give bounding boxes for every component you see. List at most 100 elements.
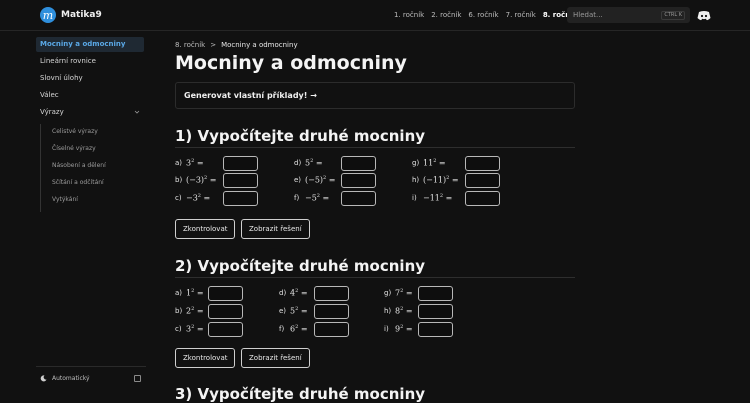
exercise: c) −32 = — [175, 193, 210, 203]
page-title: Mocniny a odmocniny — [175, 52, 407, 74]
exercise: c) 32 = — [175, 324, 204, 334]
exercise-expression: 32 = — [186, 158, 204, 168]
exercise-label: d) — [279, 288, 287, 297]
logo[interactable]: m Matika9 — [40, 7, 102, 23]
equals-sign: = — [403, 288, 413, 298]
answer-input[interactable] — [418, 286, 453, 301]
expression-base: 11 — [423, 158, 434, 168]
exercise: h) 82 = — [384, 306, 413, 316]
collapse-sidebar-icon[interactable] — [134, 375, 141, 382]
exercise-label: i) — [412, 193, 417, 202]
sidebar-subitem[interactable]: Celistvé výrazy — [52, 127, 98, 137]
answer-input[interactable] — [465, 156, 500, 171]
equals-sign: = — [443, 193, 453, 203]
exercise-label: h) — [384, 306, 392, 315]
exercise-label: h) — [412, 175, 420, 184]
exercise: b) 22 = — [175, 306, 204, 316]
sidebar-subitem[interactable]: Číselné výrazy — [52, 144, 96, 154]
exercise-label: f) — [279, 324, 285, 333]
equals-sign: = — [319, 193, 330, 203]
exercise-label: i) — [384, 324, 389, 333]
exercise-expression: 32 = — [186, 324, 204, 334]
section-title: 3) Vypočítejte druhé mocniny — [175, 385, 426, 403]
generate-button[interactable]: Generovat vlastní příklady! → — [184, 91, 317, 100]
equals-sign: = — [313, 158, 323, 168]
exercise: a) 32 = — [175, 158, 204, 168]
equals-sign: = — [436, 158, 446, 168]
discord-icon[interactable] — [697, 10, 711, 21]
sidebar-item[interactable]: Lineární rovnice — [36, 54, 144, 69]
sidebar-divider — [36, 366, 146, 367]
search-box[interactable]: CTRL K — [567, 7, 690, 23]
nav-grade-4[interactable]: 7. ročník — [506, 11, 536, 19]
check-button[interactable]: Zkontrolovat — [175, 348, 236, 368]
sidebar-item[interactable]: Výrazy — [36, 105, 144, 120]
show-solution-button[interactable]: Zobrazit řešení — [241, 348, 310, 368]
sidebar-item[interactable]: Válec — [36, 88, 144, 103]
answer-input[interactable] — [208, 286, 243, 301]
breadcrumb-current: Mocniny a odmocniny — [221, 41, 298, 49]
sidebar-subitem[interactable]: Vytýkání — [52, 195, 78, 205]
theme-label: Automatický — [52, 375, 90, 382]
answer-input[interactable] — [341, 156, 376, 171]
search-input[interactable] — [573, 10, 653, 20]
answer-input[interactable] — [465, 173, 500, 188]
sidebar-item-label: Mocniny a odmocniny — [40, 40, 126, 48]
sidebar-subitem[interactable]: Násobení a dělení — [52, 161, 106, 171]
sidebar-subitem[interactable]: Sčítání a odčítání — [52, 178, 104, 188]
exercise: e) 52 = — [279, 306, 308, 316]
answer-input[interactable] — [314, 304, 349, 319]
equals-sign: = — [403, 324, 413, 334]
grade-nav: 1. ročník 2. ročník 6. ročník 7. ročník 8. r… — [394, 11, 584, 19]
nav-grade-3[interactable]: 6. ročník — [468, 11, 498, 19]
answer-input[interactable] — [208, 322, 243, 337]
expression-sign: − — [186, 193, 193, 203]
exercise-expression: (−5)2 = — [305, 175, 335, 185]
exercise-label: e) — [279, 306, 287, 315]
answer-input[interactable] — [418, 322, 453, 337]
answer-input[interactable] — [418, 304, 453, 319]
answer-input[interactable] — [341, 173, 376, 188]
exercise-expression: 12 = — [186, 288, 204, 298]
show-solution-button[interactable]: Zobrazit řešení — [241, 219, 310, 239]
section-divider — [175, 277, 575, 278]
check-button[interactable]: Zkontrolovat — [175, 219, 236, 239]
breadcrumb-parent[interactable]: 8. ročník — [175, 41, 205, 49]
answer-input[interactable] — [314, 286, 349, 301]
answer-input[interactable] — [314, 322, 349, 337]
equals-sign: = — [298, 306, 308, 316]
sidebar-item-label: Válec — [40, 91, 59, 99]
answer-input[interactable] — [465, 191, 500, 206]
exercise: d) 42 = — [279, 288, 308, 298]
exercise-label: a) — [175, 158, 183, 167]
sidebar-item[interactable]: Mocniny a odmocniny — [36, 37, 144, 52]
equals-sign: = — [326, 175, 336, 185]
answer-input[interactable] — [223, 173, 258, 188]
equals-sign: = — [194, 324, 204, 334]
nav-grade-1[interactable]: 1. ročník — [394, 11, 424, 19]
search-shortcut: CTRL K — [661, 11, 685, 20]
nav-grade-2[interactable]: 2. ročník — [431, 11, 461, 19]
exercise: f) 62 = — [279, 324, 308, 334]
equals-sign: = — [194, 288, 204, 298]
sidebar-item-label: Lineární rovnice — [40, 57, 96, 65]
chevron-down-icon — [134, 110, 140, 114]
sidebar-item-label: Výrazy — [40, 108, 64, 116]
answer-input[interactable] — [341, 191, 376, 206]
theme-switch[interactable]: Automatický — [40, 375, 90, 382]
answer-input[interactable] — [223, 191, 258, 206]
exercise: e) (−5)2 = — [294, 175, 335, 185]
exercise-expression: −32 = — [186, 193, 210, 203]
exercise-expression: 52 = — [290, 306, 308, 316]
exercise-expression: 22 = — [186, 306, 204, 316]
answer-input[interactable] — [208, 304, 243, 319]
exercise-expression: 62 = — [290, 324, 308, 334]
equals-sign: = — [194, 306, 204, 316]
equals-sign: = — [449, 175, 459, 185]
exercise-expression: 42 = — [290, 288, 308, 298]
expression-sign: − — [423, 193, 430, 203]
exercise-expression: 52 = — [305, 158, 323, 168]
sidebar-item[interactable]: Slovní úlohy — [36, 71, 144, 86]
answer-input[interactable] — [223, 156, 258, 171]
expression-base: (−3) — [186, 175, 205, 185]
